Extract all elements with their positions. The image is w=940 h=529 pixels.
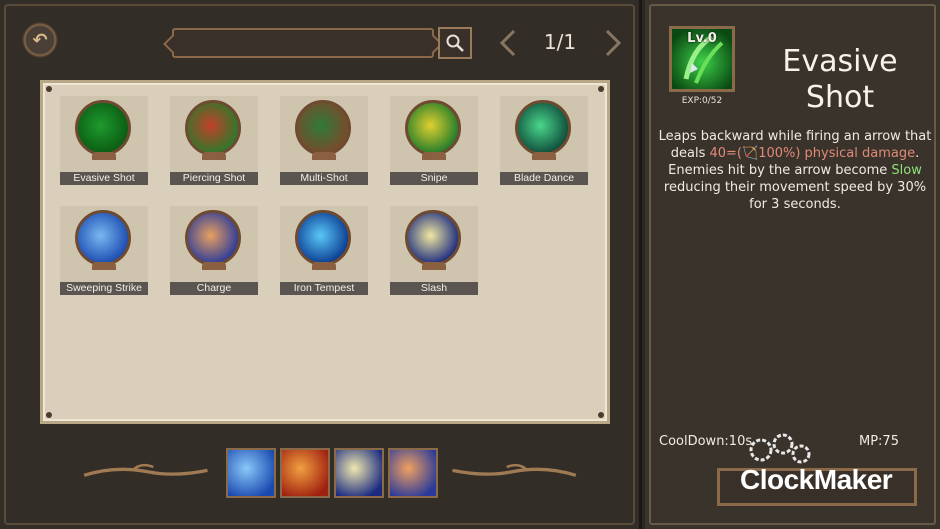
skill-slot[interactable]: Piercing Shot [170,96,258,186]
skill-detail-panel: Lv.0 EXP:0/52 Evasive Shot Leaps backwar… [645,0,940,529]
back-button[interactable]: ↶ [22,22,58,58]
skill-label: Sweeping Strike [60,282,148,295]
skill-exp: EXP:0/52 [681,96,723,106]
cooldown-value: CoolDown:10s [659,434,753,449]
skill-description: Leaps backward while firing an arrow tha… [657,128,933,213]
ornament-icon [202,262,226,270]
skill-slot[interactable]: Evasive Shot [60,96,148,186]
status-effect: Slow [891,163,922,178]
equipped-skill-slot[interactable] [388,448,438,498]
ornament-icon [312,262,336,270]
desc-text: reducing their movement speed by 30% for… [663,180,927,212]
skill-label: Piercing Shot [170,172,258,185]
damage-type-icon: 🏹 [742,146,759,161]
next-page-button[interactable] [603,28,623,58]
skill-icon [75,210,131,266]
skill-label: Blade Dance [500,172,588,185]
rivet [46,412,52,418]
rivet [598,412,604,418]
skill-level: Lv.0 [687,31,717,46]
skill-icon [295,100,351,156]
ornament-icon [422,152,446,160]
back-arrow-icon: ↶ [32,29,48,51]
skill-slot[interactable]: Snipe [390,96,478,186]
equipped-skill-slot[interactable] [334,448,384,498]
skill-icon [185,100,241,156]
skill-label: Iron Tempest [280,282,368,295]
equipped-skill-bar [70,444,590,500]
search-input[interactable] [172,28,434,58]
right-flourish-icon [452,463,577,477]
ornament-icon [312,152,336,160]
skill-icon [405,100,461,156]
page-indicator: 1/1 [543,30,577,54]
ornament-icon [422,262,446,270]
skill-slot[interactable]: Blade Dance [500,96,588,186]
ornament-icon [92,262,116,270]
mp-cost: MP:75 [859,434,899,449]
skill-label: Snipe [390,172,478,185]
skill-icon [405,210,461,266]
skill-icon [185,210,241,266]
skill-icon [75,100,131,156]
skill-label: Evasive Shot [60,172,148,185]
skill-title-line: Evasive [782,44,898,79]
skill-grid: Evasive Shot Piercing Shot Multi-Shot Snipe… [40,80,610,424]
skill-slot[interactable]: Sweeping Strike [60,206,148,296]
skill-slot[interactable]: Multi-Shot [280,96,368,186]
ornament-icon [202,152,226,160]
skill-slot[interactable]: Charge [170,206,258,296]
skill-title-line: Shot [805,80,875,115]
ornament-icon [532,152,556,160]
selected-skill-icon: Lv.0 [669,26,735,92]
prev-page-button[interactable] [498,28,518,58]
skill-icon [515,100,571,156]
ornament-icon [92,152,116,160]
magnifier-icon [446,34,464,52]
equipped-skill-slot[interactable] [226,448,276,498]
skill-label: Multi-Shot [280,172,368,185]
left-flourish-icon [83,463,208,477]
rivet [46,86,52,92]
watermark-text: ClockMaker [740,464,893,495]
skill-list-panel: ↶ 1/1 Evasive Shot Piercing Shot Multi-Sho… [0,0,642,529]
skill-slot[interactable]: Slash [390,206,478,296]
equipped-skill-slot[interactable] [280,448,330,498]
skill-title: Evasive Shot [745,44,935,116]
skill-slot[interactable]: Iron Tempest [280,206,368,296]
skill-icon [295,210,351,266]
damage-value: 40=(🏹100%) physical damage [709,146,916,161]
skill-label: Slash [390,282,478,295]
search-button[interactable] [438,27,472,59]
chevron-right-icon [605,29,622,57]
skill-label: Charge [170,282,258,295]
rivet [598,86,604,92]
chevron-left-icon [499,29,516,57]
